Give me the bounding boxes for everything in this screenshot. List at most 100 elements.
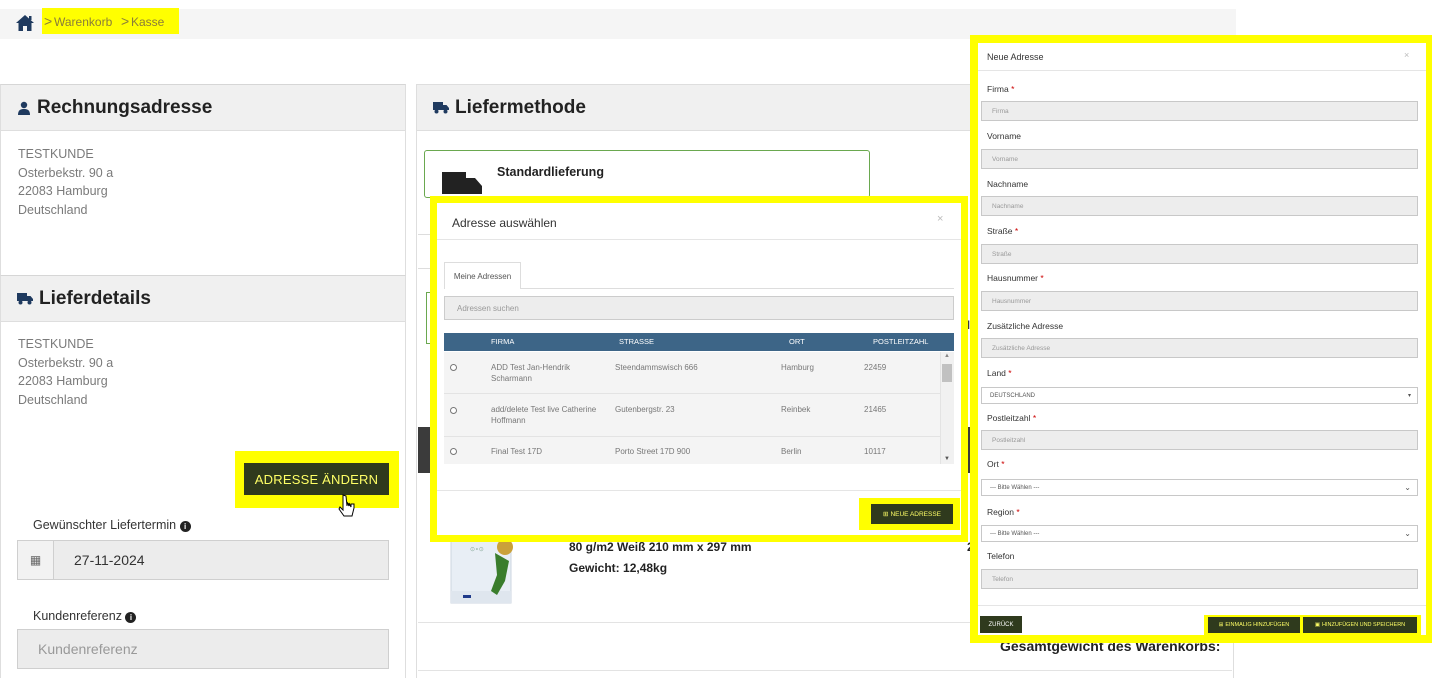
ort-select[interactable]: --- Bitte Wählen --- ⌄ [981, 479, 1418, 496]
cell-ort: Berlin [781, 447, 802, 456]
back-button[interactable]: ZURÜCK [980, 616, 1022, 633]
field-label-hausnummer: Hausnummer * [987, 273, 1044, 283]
divider [437, 490, 961, 491]
divider [978, 605, 1426, 606]
divider [978, 70, 1426, 71]
tab-meine-adressen[interactable]: Meine Adressen [444, 262, 521, 289]
address-search-input[interactable]: Adressen suchen [444, 296, 954, 320]
column-header: ORT [789, 337, 805, 346]
address-line: Deutschland [18, 392, 88, 407]
divider [437, 239, 961, 240]
address-line: Osterbekstr. 90 a [18, 355, 114, 370]
region-select[interactable]: --- Bitte Wählen --- ⌄ [981, 525, 1418, 542]
address-line: 22083 Hamburg [18, 184, 108, 198]
shipping-title: Liefermethode [455, 96, 586, 118]
add-and-save-button[interactable]: ▣ HINZUFÜGEN UND SPEICHERN [1303, 617, 1417, 633]
reference-label: Kundenreferenz i [33, 609, 137, 623]
save-icon: ▣ [1314, 622, 1321, 628]
chevron-right-icon: > [44, 13, 53, 29]
close-icon[interactable]: × [1404, 50, 1409, 60]
billing-header: Rechnungsadresse [1, 85, 405, 131]
delivery-date-value[interactable]: 27-11-2024 [74, 552, 145, 568]
table-row[interactable]: add/delete Test live Catherine Hoffmann … [444, 395, 940, 437]
cursor-pointer-icon [338, 494, 355, 517]
cell-ort: Hamburg [781, 363, 814, 372]
product-weight: Gewicht: 12,48kg [569, 561, 668, 575]
hausnummer-input[interactable]: Hausnummer [981, 291, 1418, 311]
field-label-vorname: Vorname [987, 131, 1022, 141]
cell-strasse: Steendammswisch 666 [615, 363, 698, 372]
scroll-up-icon[interactable]: ▲ [944, 353, 950, 359]
modal-title: Adresse auswählen [452, 216, 557, 230]
column-header: FIRMA [491, 337, 515, 346]
shipping-option-card[interactable] [424, 150, 870, 198]
field-label-telefon: Telefon [987, 551, 1015, 561]
zusatz-input[interactable]: Zusätzliche Adresse [981, 338, 1418, 358]
delivery-address: TESTKUNDE Osterbekstr. 90 a 22083 Hambur… [18, 335, 113, 409]
telefon-input[interactable]: Telefon [981, 569, 1418, 589]
row-radio[interactable] [450, 407, 457, 414]
cell-plz: 21465 [864, 405, 887, 414]
chevron-right-icon: > [121, 13, 130, 29]
scroll-down-icon[interactable]: ▼ [944, 456, 950, 462]
delivery-date-label: Gewünschter Liefertermin i [33, 518, 191, 532]
tab-divider [521, 288, 954, 289]
caret-down-icon: ▾ [1407, 393, 1411, 399]
reference-placeholder: Kundenreferenz [38, 641, 138, 657]
info-icon[interactable]: i [125, 612, 137, 623]
delivery-title: Lieferdetails [39, 287, 151, 309]
field-label-zusatz: Zusätzliche Adresse [987, 321, 1064, 331]
column-header: POSTLEITZAHL [873, 337, 929, 346]
change-address-button[interactable]: ADRESSE ÄNDERN [244, 463, 389, 495]
billing-title: Rechnungsadresse [37, 96, 213, 118]
truck-icon [442, 172, 482, 194]
column-header: STRASSE [619, 337, 655, 346]
calendar-icon[interactable]: ▦ [18, 541, 54, 579]
land-select[interactable]: DEUTSCHLAND ▾ [981, 387, 1418, 404]
cell-firma: Final Test 17D [491, 447, 542, 456]
plz-input[interactable]: Postleitzahl [981, 430, 1418, 450]
info-icon[interactable]: i [179, 521, 191, 532]
cell-strasse: Gutenbergstr. 23 [615, 405, 675, 414]
truck-icon [17, 293, 33, 305]
scrollbar-thumb[interactable] [942, 364, 952, 382]
field-label-ort: Ort * [987, 459, 1005, 469]
truck-icon [433, 102, 449, 114]
product-description: 80 g/m2 Weiß 210 mm x 297 mm [569, 540, 752, 554]
address-line: TESTKUNDE [18, 337, 94, 351]
cell-firma: add/delete Test live Catherine Hoffmann [491, 405, 597, 425]
divider [418, 670, 1232, 671]
add-once-button[interactable]: ⊞ EINMALIG HINZUFÜGEN [1208, 617, 1300, 633]
address-line: 22083 Hamburg [18, 374, 108, 388]
strasse-input[interactable]: Straße [981, 244, 1418, 264]
chevron-down-icon: ⌄ [1404, 483, 1411, 492]
plus-square-icon: ⊞ [1218, 622, 1224, 628]
home-icon[interactable] [14, 13, 36, 33]
field-label-firma: Firma * [987, 84, 1015, 94]
table-row[interactable]: Final Test 17D Porto Street 17D 900 Berl… [444, 438, 940, 464]
plus-square-icon: ⊞ [882, 511, 889, 518]
field-label-land: Land * [987, 368, 1012, 378]
delivery-date-field[interactable] [17, 540, 389, 580]
nachname-input[interactable]: Nachname [981, 196, 1418, 216]
field-label-plz: Postleitzahl * [987, 413, 1037, 423]
delivery-header: Lieferdetails [1, 276, 405, 322]
user-icon [18, 101, 30, 115]
address-line: TESTKUNDE [18, 147, 94, 161]
modal-title: Neue Adresse [987, 52, 1044, 62]
row-radio[interactable] [450, 364, 457, 371]
field-label-nachname: Nachname [987, 179, 1029, 189]
breadcrumb-kasse: Kasse [131, 15, 165, 29]
close-icon[interactable]: × [937, 213, 943, 225]
address-line: Osterbekstr. 90 a [18, 165, 114, 180]
firma-input[interactable]: Firma [981, 101, 1418, 121]
new-address-button[interactable]: ⊞ NEUE ADRESSE [871, 504, 953, 524]
field-label-strasse: Straße * [987, 226, 1019, 236]
cell-ort: Reinbek [781, 405, 811, 414]
table-row[interactable]: ADD Test Jan-Hendrik Scharmann Steendamm… [444, 352, 940, 394]
product-image [450, 538, 513, 604]
breadcrumb-warenkorb[interactable]: Warenkorb [54, 15, 112, 29]
row-radio[interactable] [450, 448, 457, 455]
vorname-input[interactable]: Vorname [981, 149, 1418, 169]
shipping-option-label: Standardlieferung [497, 165, 604, 179]
